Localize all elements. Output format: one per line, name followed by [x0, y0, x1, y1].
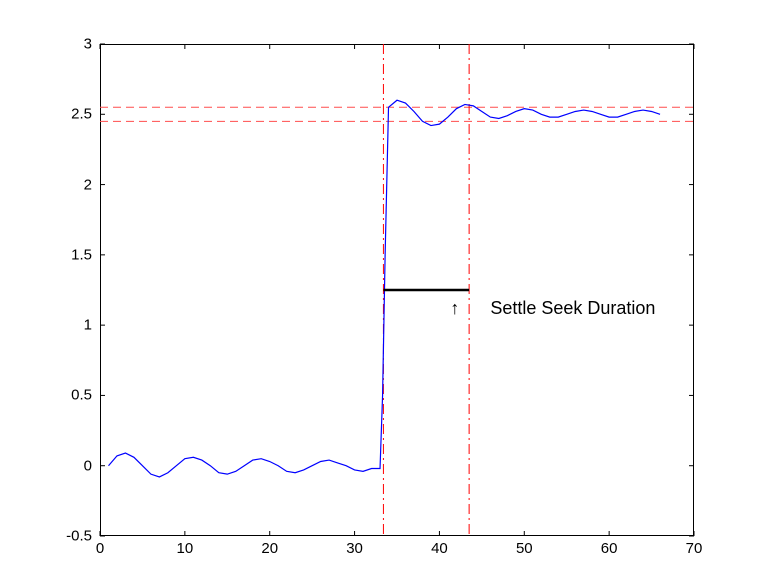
y-tick-label: 0.5 — [42, 387, 92, 404]
y-tick-label: -0.5 — [42, 528, 92, 545]
x-tick-label: 0 — [96, 540, 104, 557]
y-tick-label: 2 — [42, 176, 92, 193]
chart-svg — [0, 0, 780, 585]
chart-figure: 010203040506070-0.500.511.522.53 ↑ Settl… — [0, 0, 780, 585]
x-tick-label: 70 — [686, 540, 703, 557]
y-tick-label: 1 — [42, 317, 92, 334]
x-tick-label: 30 — [346, 540, 363, 557]
x-tick-label: 60 — [601, 540, 618, 557]
y-tick-label: 0 — [42, 457, 92, 474]
x-tick-label: 20 — [261, 540, 278, 557]
annotation-arrow-icon: ↑ — [450, 298, 459, 319]
y-tick-label: 3 — [42, 36, 92, 53]
y-tick-label: 2.5 — [42, 106, 92, 123]
x-tick-label: 10 — [177, 540, 194, 557]
x-tick-label: 40 — [431, 540, 448, 557]
annotation-label: Settle Seek Duration — [490, 298, 655, 319]
x-tick-label: 50 — [516, 540, 533, 557]
y-tick-label: 1.5 — [42, 246, 92, 263]
